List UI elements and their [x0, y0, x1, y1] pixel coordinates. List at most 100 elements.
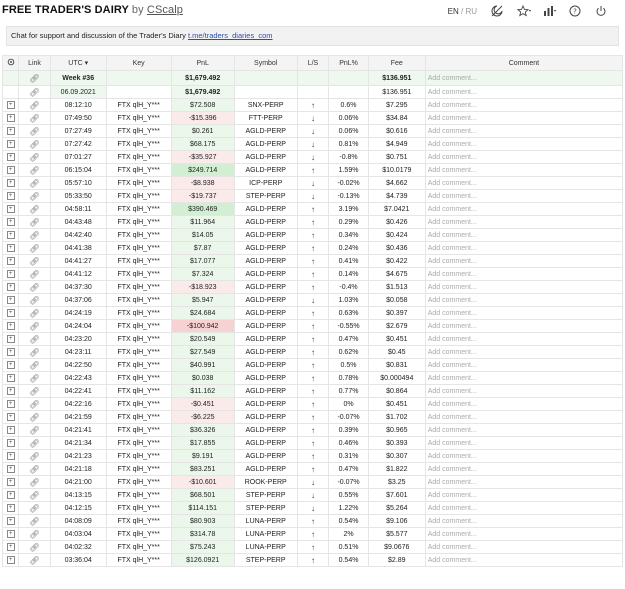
comment-input[interactable]: Add comment...: [424, 293, 624, 307]
expand-icon[interactable]: +: [6, 478, 15, 486]
expand-icon[interactable]: +: [6, 218, 15, 226]
comment-input[interactable]: Add comment...: [424, 137, 624, 151]
link-icon[interactable]: 🔗︎: [29, 530, 39, 539]
comment-input[interactable]: Add comment...: [424, 189, 624, 203]
comment-input[interactable]: Add comment...: [424, 254, 624, 268]
expand-icon[interactable]: +: [6, 244, 15, 252]
comment-input[interactable]: Add comment...: [424, 85, 624, 99]
comment-input[interactable]: Add comment...: [424, 449, 624, 463]
expand-icon[interactable]: +: [6, 348, 15, 356]
comment-input[interactable]: Add comment...: [424, 488, 624, 502]
expand-icon[interactable]: +: [6, 374, 15, 382]
comment-input[interactable]: Add comment...: [424, 306, 624, 320]
link-icon[interactable]: 🔗︎: [29, 361, 39, 370]
col-utc[interactable]: UTC ▾: [49, 55, 107, 71]
link-icon[interactable]: 🔗︎: [29, 114, 39, 123]
link-icon[interactable]: 🔗︎: [29, 556, 39, 565]
expand-icon[interactable]: +: [6, 179, 15, 187]
comment-input[interactable]: Add comment...: [424, 163, 624, 177]
expand-icon[interactable]: +: [6, 517, 15, 525]
comment-input[interactable]: Add comment...: [424, 358, 624, 372]
comment-input[interactable]: Add comment...: [424, 462, 624, 476]
link-icon[interactable]: 🔗︎: [29, 296, 39, 305]
link-icon[interactable]: 🔗︎: [29, 127, 39, 136]
lang-en[interactable]: EN: [448, 7, 459, 16]
expand-icon[interactable]: +: [6, 153, 15, 161]
expand-icon[interactable]: +: [6, 452, 15, 460]
comment-input[interactable]: Add comment...: [424, 501, 624, 515]
link-icon[interactable]: 🔗︎: [29, 543, 39, 552]
comment-input[interactable]: Add comment...: [424, 410, 624, 424]
expand-icon[interactable]: +: [6, 504, 15, 512]
link-icon[interactable]: 🔗︎: [29, 270, 39, 279]
comment-input[interactable]: Add comment...: [424, 98, 624, 112]
comment-input[interactable]: Add comment...: [424, 436, 624, 450]
link-icon[interactable]: 🔗︎: [29, 517, 39, 526]
comment-input[interactable]: Add comment...: [424, 150, 624, 164]
star-icon[interactable]: [516, 4, 532, 17]
comment-input[interactable]: Add comment...: [424, 124, 624, 138]
comment-input[interactable]: Add comment...: [424, 111, 624, 125]
banner-link[interactable]: t.me/traders_diaries_com: [188, 31, 273, 40]
comment-input[interactable]: Add comment...: [424, 215, 624, 229]
link-icon[interactable]: 🔗︎: [29, 166, 39, 175]
comment-input[interactable]: Add comment...: [424, 267, 624, 281]
expand-icon[interactable]: +: [6, 413, 15, 421]
link-icon[interactable]: 🔗︎: [29, 452, 39, 461]
link-icon[interactable]: 🔗︎: [29, 218, 39, 227]
expand-icon[interactable]: +: [6, 101, 15, 109]
link-icon[interactable]: 🔗︎: [29, 465, 39, 474]
expand-icon[interactable]: +: [6, 556, 15, 564]
power-icon[interactable]: [595, 5, 607, 17]
expand-icon[interactable]: +: [6, 270, 15, 278]
link-icon[interactable]: 🔗︎: [29, 309, 39, 318]
comment-input[interactable]: Add comment...: [424, 527, 624, 541]
bar-chart-icon[interactable]: [543, 5, 557, 17]
link-icon[interactable]: 🔗︎: [29, 387, 39, 396]
expand-icon[interactable]: +: [6, 166, 15, 174]
link-icon[interactable]: 🔗︎: [29, 478, 39, 487]
link-icon[interactable]: 🔗︎: [29, 400, 39, 409]
expand-icon[interactable]: +: [6, 361, 15, 369]
expand-icon[interactable]: +: [6, 309, 15, 317]
expand-icon[interactable]: +: [6, 257, 15, 265]
expand-icon[interactable]: +: [6, 140, 15, 148]
link-icon[interactable]: 🔗︎: [29, 192, 39, 201]
theme-toggle-icon[interactable]: [491, 5, 503, 17]
expand-icon[interactable]: +: [6, 543, 15, 551]
comment-input[interactable]: Add comment...: [424, 514, 624, 528]
link-icon[interactable]: 🔗︎: [29, 101, 39, 110]
comment-input[interactable]: Add comment...: [424, 228, 624, 242]
comment-input[interactable]: Add comment...: [424, 475, 624, 489]
expand-icon[interactable]: +: [6, 530, 15, 538]
link-icon[interactable]: 🔗︎: [29, 348, 39, 357]
link-icon[interactable]: 🔗︎: [29, 426, 39, 435]
link-icon[interactable]: 🔗︎: [29, 322, 39, 331]
expand-icon[interactable]: +: [6, 127, 15, 135]
link-icon[interactable]: 🔗︎: [29, 283, 39, 292]
expand-icon[interactable]: +: [6, 322, 15, 330]
link-icon[interactable]: 🔗︎: [29, 88, 39, 97]
language-switch[interactable]: EN / RU: [448, 7, 477, 16]
comment-input[interactable]: Add comment...: [424, 345, 624, 359]
lang-ru[interactable]: RU: [465, 7, 477, 16]
comment-input[interactable]: Add comment...: [424, 553, 624, 567]
comment-input[interactable]: Add comment...: [424, 202, 624, 216]
comment-input[interactable]: Add comment...: [424, 280, 624, 294]
link-icon[interactable]: 🔗︎: [29, 231, 39, 240]
link-icon[interactable]: 🔗︎: [29, 205, 39, 214]
link-icon[interactable]: 🔗︎: [29, 153, 39, 162]
expand-icon[interactable]: +: [6, 335, 15, 343]
comment-input[interactable]: Add comment...: [424, 423, 624, 437]
comment-input[interactable]: Add comment...: [424, 397, 624, 411]
comment-input[interactable]: Add comment...: [424, 176, 624, 190]
expand-icon[interactable]: +: [6, 465, 15, 473]
author-link[interactable]: CScalp: [147, 4, 183, 16]
link-icon[interactable]: 🔗︎: [29, 140, 39, 149]
link-icon[interactable]: 🔗︎: [29, 374, 39, 383]
comment-input[interactable]: Add comment...: [424, 241, 624, 255]
link-icon[interactable]: 🔗︎: [29, 74, 39, 83]
expand-icon[interactable]: +: [6, 387, 15, 395]
comment-input[interactable]: Add comment...: [424, 384, 624, 398]
expand-icon[interactable]: +: [6, 283, 15, 291]
